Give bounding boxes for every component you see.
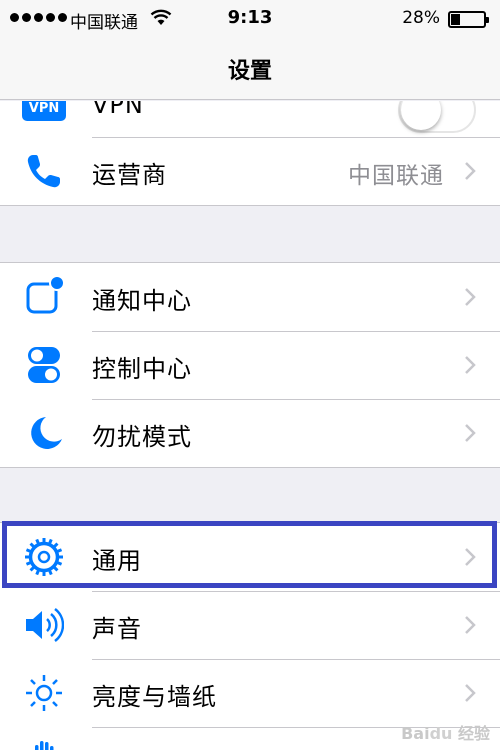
do-not-disturb-row[interactable]: 勿扰模式 <box>0 399 500 467</box>
brightness-icon <box>26 675 62 711</box>
general-group: 通用 声音 亮度与墙纸 <box>0 522 500 750</box>
sounds-label: 声音 <box>92 615 142 643</box>
chevron-right-icon <box>465 288 476 306</box>
moon-icon <box>31 417 62 449</box>
chevron-right-icon <box>465 424 476 442</box>
battery-icon <box>448 11 489 28</box>
carrier-row[interactable]: 运营商 中国联通 <box>0 137 500 205</box>
brightness-wallpaper-row[interactable]: 亮度与墙纸 <box>0 659 500 727</box>
network-group: VPN VPN 运营商 中国联通 <box>0 101 500 206</box>
control-center-icon <box>28 347 60 383</box>
phone-icon <box>27 155 60 188</box>
chevron-right-icon <box>465 616 476 634</box>
chevron-right-icon <box>465 356 476 374</box>
notification-center-label: 通知中心 <box>92 287 192 315</box>
general-label: 通用 <box>92 547 142 575</box>
general-row[interactable]: 通用 <box>0 523 500 591</box>
gear-icon <box>25 538 63 576</box>
battery-fill <box>451 14 460 25</box>
battery-percentage: 28% <box>402 8 440 28</box>
vpn-label: VPN <box>92 101 144 119</box>
carrier-label: 运营商 <box>92 161 167 189</box>
notification-center-row[interactable]: 通知中心 <box>0 263 500 331</box>
vpn-toggle[interactable] <box>398 101 476 133</box>
speaker-icon <box>26 608 64 642</box>
control-center-row[interactable]: 控制中心 <box>0 331 500 399</box>
chevron-right-icon <box>465 162 476 180</box>
sounds-row[interactable]: 声音 <box>0 591 500 659</box>
vpn-row[interactable]: VPN VPN <box>0 101 500 137</box>
navigation-bar: 设置 <box>0 38 500 100</box>
baidu-watermark: Baidu 经验 <box>401 724 490 743</box>
privacy-hand-icon <box>35 741 54 750</box>
chevron-right-icon <box>465 548 476 566</box>
carrier-value: 中国联通 <box>348 163 444 189</box>
page-title: 设置 <box>227 59 272 84</box>
status-bar: 中国联通 9:13 28% <box>0 0 500 38</box>
centers-group: 通知中心 控制中心 勿扰模式 <box>0 262 500 468</box>
control-center-label: 控制中心 <box>92 355 192 383</box>
brightness-wallpaper-label: 亮度与墙纸 <box>92 683 217 711</box>
notification-center-icon <box>26 277 64 314</box>
chevron-right-icon <box>465 684 476 702</box>
vpn-icon: VPN <box>22 101 66 121</box>
do-not-disturb-label: 勿扰模式 <box>92 423 192 451</box>
toggle-knob <box>401 101 441 130</box>
